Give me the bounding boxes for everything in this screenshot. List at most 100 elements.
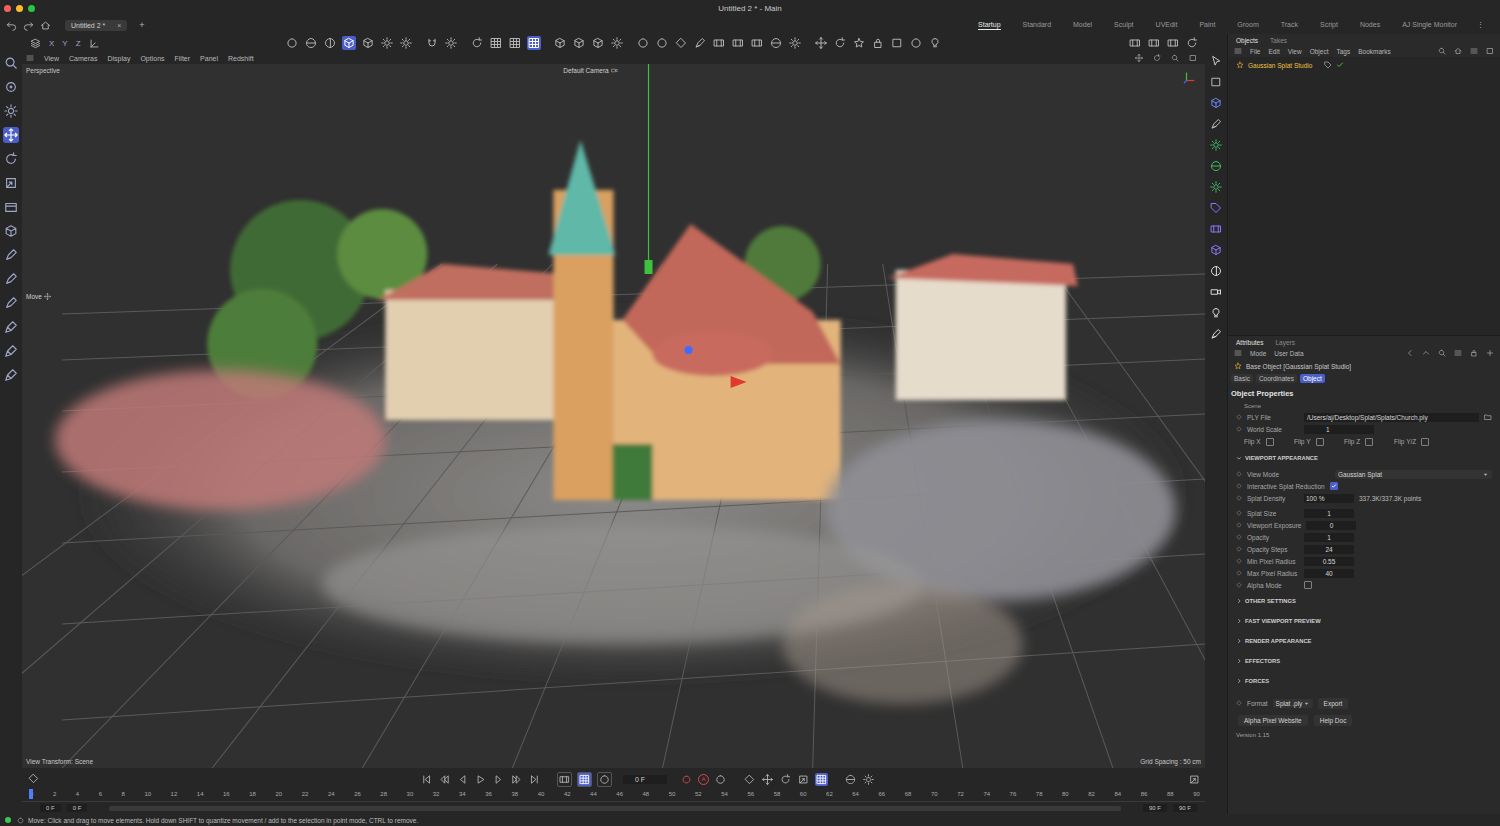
- keyframe-icon[interactable]: [1236, 510, 1242, 516]
- zoom-button[interactable]: [28, 5, 35, 12]
- grid-icon[interactable]: [508, 36, 522, 50]
- attribute-menu-item[interactable]: User Data: [1274, 350, 1303, 357]
- prevkey-icon[interactable]: [438, 773, 451, 786]
- rotate-icon[interactable]: [1185, 36, 1199, 50]
- pen-icon[interactable]: [3, 271, 19, 287]
- light-icon[interactable]: [928, 36, 942, 50]
- gear-icon[interactable]: [3, 103, 19, 119]
- film-icon[interactable]: [1166, 36, 1180, 50]
- keyframe-icon[interactable]: [1236, 414, 1242, 420]
- keyframe-icon[interactable]: [1236, 700, 1242, 706]
- current-frame-field[interactable]: 0 F: [623, 775, 667, 784]
- rotate-icon[interactable]: [1153, 54, 1161, 62]
- folder-icon[interactable]: [1484, 413, 1492, 421]
- object-menu-item[interactable]: Tags: [1336, 48, 1350, 55]
- cube-icon[interactable]: [572, 36, 586, 50]
- keyframe-selection-icon[interactable]: [714, 773, 727, 786]
- object-menu-item[interactable]: Edit: [1268, 48, 1279, 55]
- layout-tab[interactable]: Groom: [1237, 20, 1258, 30]
- record-icon[interactable]: [680, 773, 693, 786]
- prev-icon[interactable]: [456, 773, 469, 786]
- target-icon[interactable]: [3, 79, 19, 95]
- section-header[interactable]: RENDER APPEARANCE: [1228, 631, 1500, 651]
- magnet-icon[interactable]: [425, 36, 439, 50]
- up-icon[interactable]: [1422, 349, 1430, 357]
- flip-checkbox[interactable]: Flip Y/Z: [1394, 436, 1444, 447]
- sphere-icon[interactable]: [1210, 160, 1222, 172]
- world-scale-field[interactable]: 1: [1304, 425, 1374, 434]
- back-icon[interactable]: [1406, 349, 1414, 357]
- object-menu-item[interactable]: File: [1250, 48, 1260, 55]
- manager-tab[interactable]: Attributes: [1236, 339, 1263, 346]
- square-icon[interactable]: [1486, 47, 1494, 55]
- attribute-tab[interactable]: Coordinates: [1256, 374, 1297, 383]
- film-icon[interactable]: [1210, 223, 1222, 235]
- tag-icon[interactable]: [1210, 202, 1222, 214]
- autokey-button[interactable]: A: [698, 774, 709, 785]
- gear-icon[interactable]: [399, 36, 413, 50]
- close-button[interactable]: [4, 5, 11, 12]
- search-icon[interactable]: [1171, 54, 1179, 62]
- sphere-icon[interactable]: [769, 36, 783, 50]
- checkbox[interactable]: [1304, 581, 1312, 589]
- axis-lock-button[interactable]: Z: [76, 39, 81, 48]
- keyframe-icon[interactable]: [1236, 534, 1242, 540]
- grid-icon[interactable]: [527, 36, 541, 50]
- number-field[interactable]: 100 %: [1304, 494, 1354, 503]
- cube-icon[interactable]: [3, 223, 19, 239]
- keyframe-icon[interactable]: [1236, 471, 1242, 477]
- menu-icon[interactable]: [1454, 349, 1462, 357]
- home-icon[interactable]: [40, 20, 51, 31]
- keyframe-icon[interactable]: [28, 773, 39, 784]
- keyframe-icon[interactable]: [1236, 558, 1242, 564]
- film-icon[interactable]: [1128, 36, 1142, 50]
- grid-icon[interactable]: [815, 773, 828, 786]
- cube-icon[interactable]: [553, 36, 567, 50]
- layout-tab[interactable]: Sculpt: [1114, 20, 1133, 30]
- flip-checkbox[interactable]: Flip Y: [1294, 436, 1344, 447]
- keyframe-icon[interactable]: [1236, 522, 1242, 528]
- key-icon[interactable]: [743, 773, 756, 786]
- cube-icon[interactable]: [591, 36, 605, 50]
- grid-icon[interactable]: [577, 772, 592, 787]
- square-icon[interactable]: [890, 36, 904, 50]
- dropdown[interactable]: Gaussian Splat: [1335, 470, 1492, 479]
- object-menu-item[interactable]: Bookmarks: [1358, 48, 1391, 55]
- minimize-button[interactable]: [16, 5, 23, 12]
- range-slider[interactable]: [109, 806, 1121, 811]
- lock-icon[interactable]: [871, 36, 885, 50]
- gear-icon[interactable]: [380, 36, 394, 50]
- number-field[interactable]: 0: [1306, 521, 1356, 530]
- cube-icon[interactable]: [1210, 244, 1222, 256]
- brush-icon[interactable]: [3, 343, 19, 359]
- layers-icon[interactable]: [30, 38, 41, 49]
- link-button[interactable]: Help Doc: [1314, 715, 1353, 726]
- film-icon[interactable]: [1147, 36, 1161, 50]
- flip-checkbox[interactable]: Flip X: [1244, 436, 1294, 447]
- section-header[interactable]: FORCES: [1228, 671, 1500, 691]
- film-icon[interactable]: [731, 36, 745, 50]
- last-icon[interactable]: [528, 773, 541, 786]
- layout-tab[interactable]: Nodes: [1360, 20, 1380, 30]
- object-row[interactable]: Gaussian Splat Studio: [1228, 59, 1500, 71]
- move-icon[interactable]: [761, 773, 774, 786]
- menu-icon[interactable]: [1470, 47, 1478, 55]
- menu-icon[interactable]: [1234, 47, 1242, 55]
- new-tab-button[interactable]: +: [139, 20, 144, 30]
- gear-icon[interactable]: [862, 773, 875, 786]
- gear-icon[interactable]: [1210, 181, 1222, 193]
- keyframe-icon[interactable]: [1236, 495, 1242, 501]
- move-icon[interactable]: [1135, 54, 1143, 62]
- range-end-field[interactable]: 90 F: [1173, 804, 1197, 812]
- viewport-menu-item[interactable]: View: [44, 55, 59, 62]
- attribute-menu-item[interactable]: Mode: [1250, 350, 1266, 357]
- play-icon[interactable]: [474, 773, 487, 786]
- film-icon[interactable]: [557, 772, 572, 787]
- move-icon[interactable]: [3, 127, 19, 143]
- manager-tab[interactable]: Objects: [1236, 37, 1258, 44]
- preview-end-field[interactable]: 90 F: [1143, 804, 1167, 812]
- layout-tab[interactable]: Paint: [1199, 20, 1215, 30]
- plus-icon[interactable]: [1486, 349, 1494, 357]
- keyframe-icon[interactable]: [1236, 483, 1242, 489]
- lock-icon[interactable]: [1470, 349, 1478, 357]
